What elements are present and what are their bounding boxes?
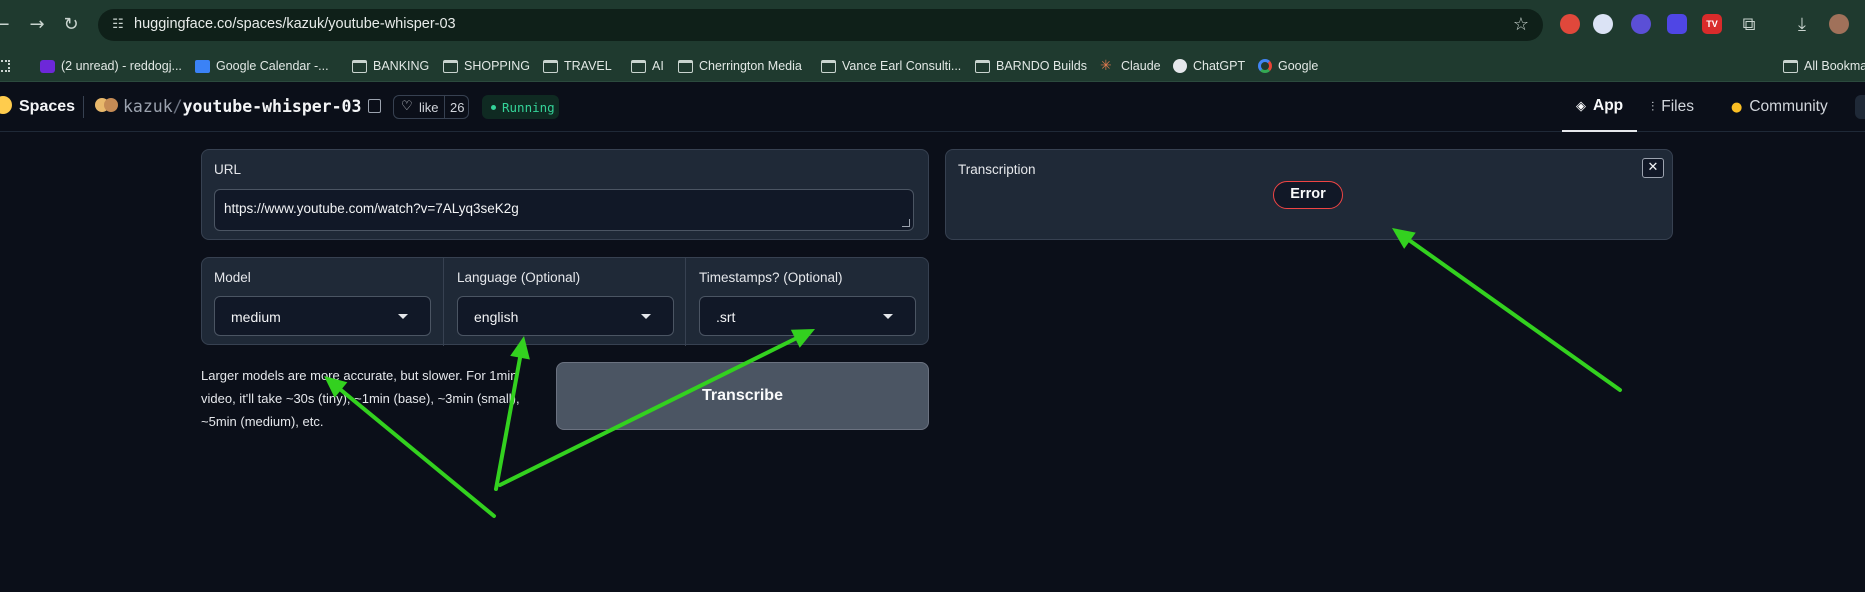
yahoo-mail-icon [40, 59, 55, 73]
header-divider [83, 96, 84, 118]
forward-icon[interactable]: → [25, 13, 49, 37]
chevron-down-icon [641, 314, 651, 319]
folder-icon [975, 59, 990, 73]
bookmark-shopping[interactable]: SHOPPING [443, 57, 530, 75]
bookmark-banking[interactable]: BANKING [352, 57, 429, 75]
bookmark-google[interactable]: Google [1258, 57, 1318, 75]
repo-name-link[interactable]: youtube-whisper-03 [183, 97, 362, 116]
url-panel: URL https://www.youtube.com/watch?v=7ALy… [201, 149, 929, 240]
language-label: Language (Optional) [457, 270, 581, 285]
timestamps-dropdown[interactable]: .srt [699, 296, 916, 336]
cube-icon: ◈ [1576, 98, 1586, 114]
folder-icon [821, 59, 836, 73]
like-button[interactable]: ♡ like 26 [393, 95, 469, 119]
heart-icon: ♡ [401, 99, 413, 114]
options-panel: Model medium Language (Optional) english… [201, 257, 929, 346]
error-badge: Error [1273, 181, 1343, 209]
all-bookmarks[interactable]: All Bookma [1783, 57, 1865, 75]
calendar-icon [195, 59, 210, 73]
transcription-label: Transcription [958, 162, 1036, 177]
bookmark-travel[interactable]: TRAVEL [543, 57, 612, 75]
bookmarks-bar: (2 unread) - reddogj... Google Calendar … [0, 50, 1865, 82]
extension-3-icon[interactable] [1631, 14, 1651, 34]
close-icon[interactable]: ✕ [1642, 158, 1664, 178]
chatgpt-icon [1173, 59, 1187, 73]
address-bar[interactable]: ☷ huggingface.co/spaces/kazuk/youtube-wh… [98, 9, 1543, 41]
tab-community[interactable]: ● Community [1731, 82, 1828, 132]
model-info-text: Larger models are more accurate, but slo… [201, 368, 520, 429]
folder-icon [543, 59, 558, 73]
bookmark-vance-earl[interactable]: Vance Earl Consulti... [821, 57, 961, 75]
url-input[interactable]: https://www.youtube.com/watch?v=7ALyq3se… [214, 189, 914, 231]
model-column: Model medium [202, 258, 444, 346]
repo-path: kazuk/youtube-whisper-03 [123, 97, 362, 116]
model-dropdown[interactable]: medium [214, 296, 431, 336]
hf-header: Spaces kazuk/youtube-whisper-03 ♡ like 2… [0, 82, 1865, 132]
bookmark-cherrington-media[interactable]: Cherrington Media [678, 57, 802, 75]
claude-icon: ✳ [1100, 57, 1112, 74]
url-label: URL [214, 162, 242, 177]
timestamps-label: Timestamps? (Optional) [699, 270, 843, 285]
bookmark-barndo-builds[interactable]: BARNDO Builds [975, 57, 1087, 75]
timestamps-column: Timestamps? (Optional) .srt [686, 258, 928, 346]
files-icon: ⫶ [1651, 99, 1655, 115]
transcription-panel: Transcription ✕ Error [945, 149, 1673, 240]
status-dot-icon [491, 105, 496, 110]
google-icon [1258, 59, 1272, 73]
extension-tv-icon[interactable]: TV [1702, 14, 1722, 34]
chevron-down-icon [398, 314, 408, 319]
tab-files[interactable]: ⫶ Files [1651, 82, 1694, 132]
folder-icon [678, 59, 693, 73]
folder-icon [631, 59, 646, 73]
profile-avatar[interactable] [1829, 14, 1849, 34]
bookmark-star-icon[interactable]: ☆ [1513, 14, 1529, 35]
back-icon[interactable]: ← [0, 13, 14, 37]
spaces-link[interactable]: Spaces [19, 98, 75, 116]
browser-toolbar: ← → ↻ ☷ huggingface.co/spaces/kazuk/yout… [0, 0, 1865, 50]
settings-button[interactable] [1855, 95, 1865, 119]
model-label: Model [214, 270, 251, 285]
reload-icon[interactable]: ↻ [59, 13, 83, 37]
language-column: Language (Optional) english [444, 258, 686, 346]
annotation-arrow-4 [1407, 238, 1622, 392]
owner-link[interactable]: kazuk [123, 97, 173, 116]
copy-icon[interactable] [368, 99, 381, 113]
bookmark-google-calendar[interactable]: Google Calendar -... [195, 57, 329, 75]
bookmark-yahoo-mail[interactable]: (2 unread) - reddogj... [40, 57, 182, 75]
site-settings-icon[interactable]: ☷ [108, 15, 128, 35]
like-count: 26 [450, 100, 465, 115]
url-text[interactable]: huggingface.co/spaces/kazuk/youtube-whis… [134, 16, 456, 32]
chevron-down-icon [883, 314, 893, 319]
transcribe-button[interactable]: Transcribe [556, 362, 929, 430]
extension-2-icon[interactable] [1593, 14, 1613, 34]
bookmark-chatgpt[interactable]: ChatGPT [1173, 57, 1245, 75]
folder-icon [352, 59, 367, 73]
community-icon: ● [1731, 99, 1743, 115]
status-badge: Running [482, 95, 559, 119]
hugging-face-logo-icon[interactable] [0, 96, 12, 114]
owner-avatar[interactable] [95, 97, 119, 115]
bookmark-claude[interactable]: ✳ Claude [1100, 57, 1161, 75]
extensions-puzzle-icon[interactable]: ⧉ [1737, 13, 1761, 37]
folder-icon [443, 59, 458, 73]
extension-1-icon[interactable] [1560, 14, 1580, 34]
download-icon[interactable]: ⤓ [1790, 13, 1814, 37]
resize-handle-icon[interactable] [902, 219, 910, 227]
tab-app[interactable]: ◈ App [1562, 82, 1638, 132]
apps-grid-icon[interactable] [0, 57, 10, 75]
bookmark-ai[interactable]: AI [631, 57, 664, 75]
extension-4-icon[interactable] [1667, 14, 1687, 34]
language-dropdown[interactable]: english [457, 296, 674, 336]
folder-icon [1783, 59, 1798, 73]
